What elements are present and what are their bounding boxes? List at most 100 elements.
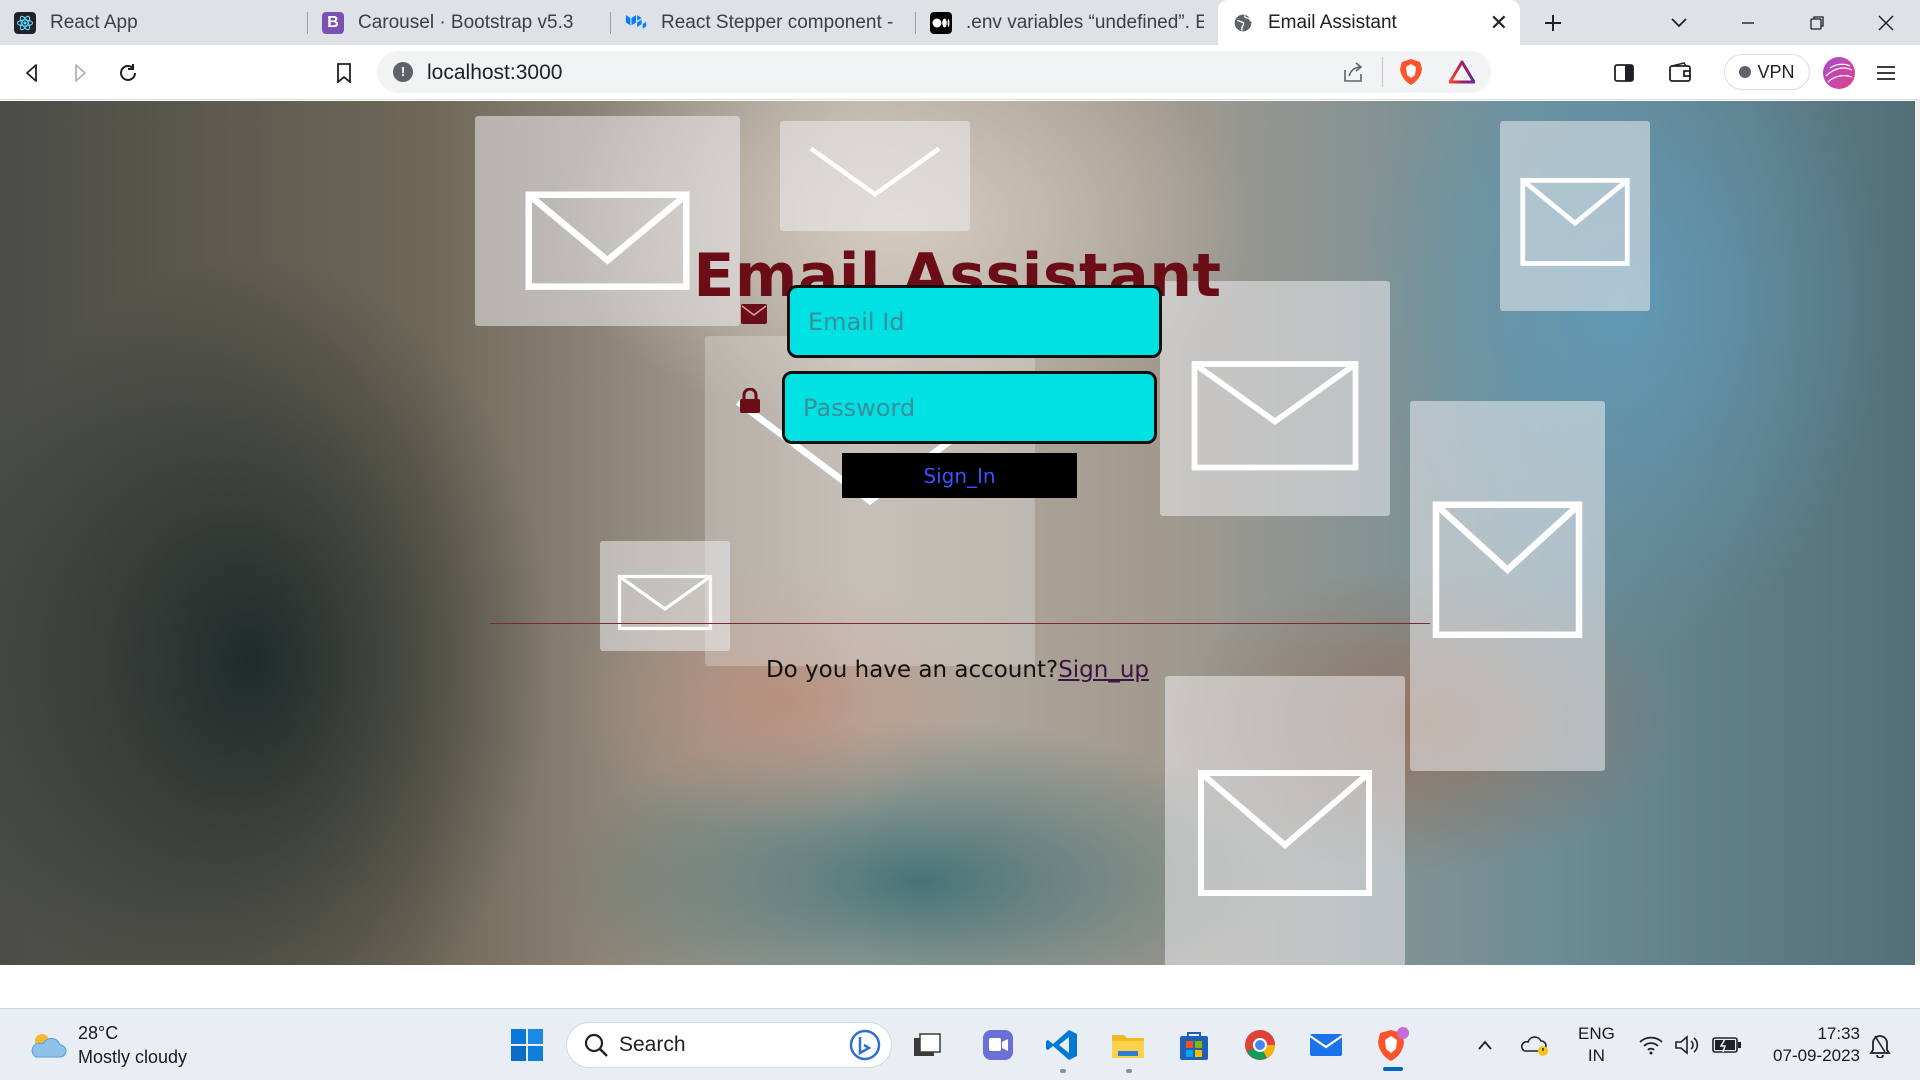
- cloudy-weather-icon: [31, 1034, 67, 1058]
- bookmark-icon: [337, 63, 351, 83]
- back-button[interactable]: [12, 53, 52, 93]
- restore-button[interactable]: [1792, 0, 1842, 45]
- bootstrap-icon: B: [322, 11, 344, 34]
- vpn-status-icon: [1739, 66, 1752, 78]
- tab-label: React Stepper component - Ma: [661, 11, 899, 33]
- profile-button[interactable]: [1819, 53, 1859, 93]
- vpn-label: VPN: [1757, 61, 1795, 82]
- onedrive-button[interactable]: [1518, 1025, 1554, 1065]
- file-explorer-button[interactable]: [1108, 1025, 1148, 1065]
- share-icon[interactable]: [1341, 60, 1365, 89]
- active-app-indicator: [1383, 1067, 1403, 1071]
- forward-button[interactable]: [60, 53, 100, 93]
- region-code: IN: [1587, 1046, 1605, 1065]
- sign-in-button[interactable]: Sign_In: [842, 453, 1077, 498]
- brave-shields-icon[interactable]: [1398, 58, 1424, 91]
- clock-date: 07-09-2023: [1773, 1046, 1860, 1065]
- envelope-icon: [739, 299, 769, 329]
- browser-toolbar: ! localhost:3000 VPN: [0, 45, 1920, 100]
- brave-rewards-icon[interactable]: [1448, 60, 1476, 89]
- running-app-indicator: [1126, 1069, 1132, 1073]
- tab-react-stepper[interactable]: React Stepper component - Ma: [611, 0, 913, 45]
- tab-label: Email Assistant: [1268, 11, 1397, 33]
- tab-env-variables[interactable]: .env variables “undefined”. Eve: [916, 0, 1218, 45]
- close-window-button[interactable]: [1861, 0, 1911, 45]
- search-icon: [584, 1033, 608, 1057]
- vpn-button[interactable]: VPN: [1724, 54, 1810, 90]
- weather-temp: 28°C: [78, 1023, 119, 1043]
- bookmark-button[interactable]: [324, 53, 364, 93]
- tab-search-button[interactable]: [1654, 0, 1704, 45]
- scrollbar[interactable]: [1915, 101, 1920, 965]
- clock[interactable]: 17:33 07-09-2023: [1760, 1023, 1860, 1067]
- running-app-indicator: [1060, 1069, 1066, 1073]
- hero-background-image: [0, 101, 1915, 965]
- tab-strip: React App B Carousel · Bootstrap v5.3 Re…: [0, 0, 1920, 45]
- wifi-button[interactable]: [1636, 1025, 1666, 1065]
- start-button[interactable]: [507, 1025, 547, 1065]
- tab-react-app[interactable]: React App: [0, 0, 305, 45]
- plus-icon: [1545, 14, 1561, 31]
- mui-icon: [625, 12, 647, 34]
- wifi-icon: [1639, 1036, 1663, 1055]
- volume-icon: [1675, 1035, 1699, 1055]
- chevron-down-icon: [1671, 17, 1687, 27]
- show-hidden-icons-button[interactable]: [1470, 1025, 1500, 1065]
- notifications-button[interactable]: [1862, 1025, 1898, 1065]
- password-field[interactable]: [782, 371, 1157, 444]
- forward-arrow-icon: [75, 64, 86, 82]
- avatar: [1823, 57, 1855, 89]
- start-icon: [511, 1029, 543, 1061]
- envelope-icon: [1410, 401, 1605, 771]
- brave-icon: [1378, 1027, 1409, 1061]
- omnibox-divider: [1382, 57, 1383, 87]
- email-field[interactable]: [787, 285, 1162, 358]
- weather-desc: Mostly cloudy: [78, 1047, 188, 1067]
- mail-button[interactable]: [1306, 1025, 1346, 1065]
- minimize-button[interactable]: [1723, 0, 1773, 45]
- hamburger-icon: [1877, 66, 1895, 80]
- task-view-button[interactable]: [907, 1025, 947, 1065]
- search-label: Search: [619, 1033, 686, 1056]
- react-icon: [14, 11, 36, 34]
- lock-icon: [735, 386, 765, 416]
- weather-widget[interactable]: 28°C Mostly cloudy: [28, 1021, 187, 1069]
- tab-carousel-bootstrap[interactable]: B Carousel · Bootstrap v5.3: [308, 0, 608, 45]
- tab-label: .env variables “undefined”. Eve: [966, 11, 1204, 33]
- medium-icon: [930, 11, 952, 34]
- vscode-icon: [1046, 1030, 1077, 1060]
- tab-label: Carousel · Bootstrap v5.3: [358, 11, 574, 33]
- close-tab-icon[interactable]: ✕: [1490, 10, 1508, 36]
- wallet-button[interactable]: [1660, 53, 1700, 93]
- brave-button[interactable]: [1372, 1025, 1412, 1065]
- account-prompt-text: Do you have an account?: [765, 657, 1059, 683]
- mail-icon: [1309, 1034, 1343, 1056]
- page-viewport: Email Assistant Sign_In Do you have an a…: [0, 101, 1915, 965]
- battery-charging-icon: [1712, 1037, 1741, 1053]
- sidebar-icon: [1614, 64, 1634, 82]
- sign-up-link[interactable]: Sign_up: [1058, 657, 1149, 683]
- address-bar[interactable]: ! localhost:3000: [377, 51, 1491, 93]
- address-text[interactable]: localhost:3000: [427, 61, 562, 85]
- language-indicator[interactable]: ENG IN: [1578, 1023, 1615, 1067]
- menu-button[interactable]: [1866, 53, 1906, 93]
- new-tab-button[interactable]: [1528, 0, 1578, 45]
- envelope-icon: [1165, 676, 1405, 965]
- envelope-icon: [1160, 281, 1390, 516]
- chrome-button[interactable]: [1240, 1025, 1280, 1065]
- reload-button[interactable]: [108, 53, 148, 93]
- store-button[interactable]: [1174, 1025, 1214, 1065]
- wallet-icon: [1669, 62, 1691, 82]
- reload-icon: [120, 64, 136, 81]
- taskbar-search-box[interactable]: Search: [566, 1022, 892, 1068]
- copilot-icon: [849, 1029, 881, 1061]
- battery-button[interactable]: [1710, 1025, 1744, 1065]
- sidebar-toggle-button[interactable]: [1604, 53, 1644, 93]
- site-info-icon[interactable]: !: [393, 62, 413, 82]
- vscode-button[interactable]: [1042, 1025, 1082, 1065]
- tab-email-assistant[interactable]: Email Assistant ✕: [1218, 0, 1520, 45]
- windows-taskbar: 28°C Mostly cloudy Search ENG IN 17:33 0…: [0, 1008, 1920, 1080]
- task-view-icon: [914, 1033, 941, 1056]
- volume-button[interactable]: [1672, 1025, 1702, 1065]
- chat-app-button[interactable]: [976, 1025, 1020, 1065]
